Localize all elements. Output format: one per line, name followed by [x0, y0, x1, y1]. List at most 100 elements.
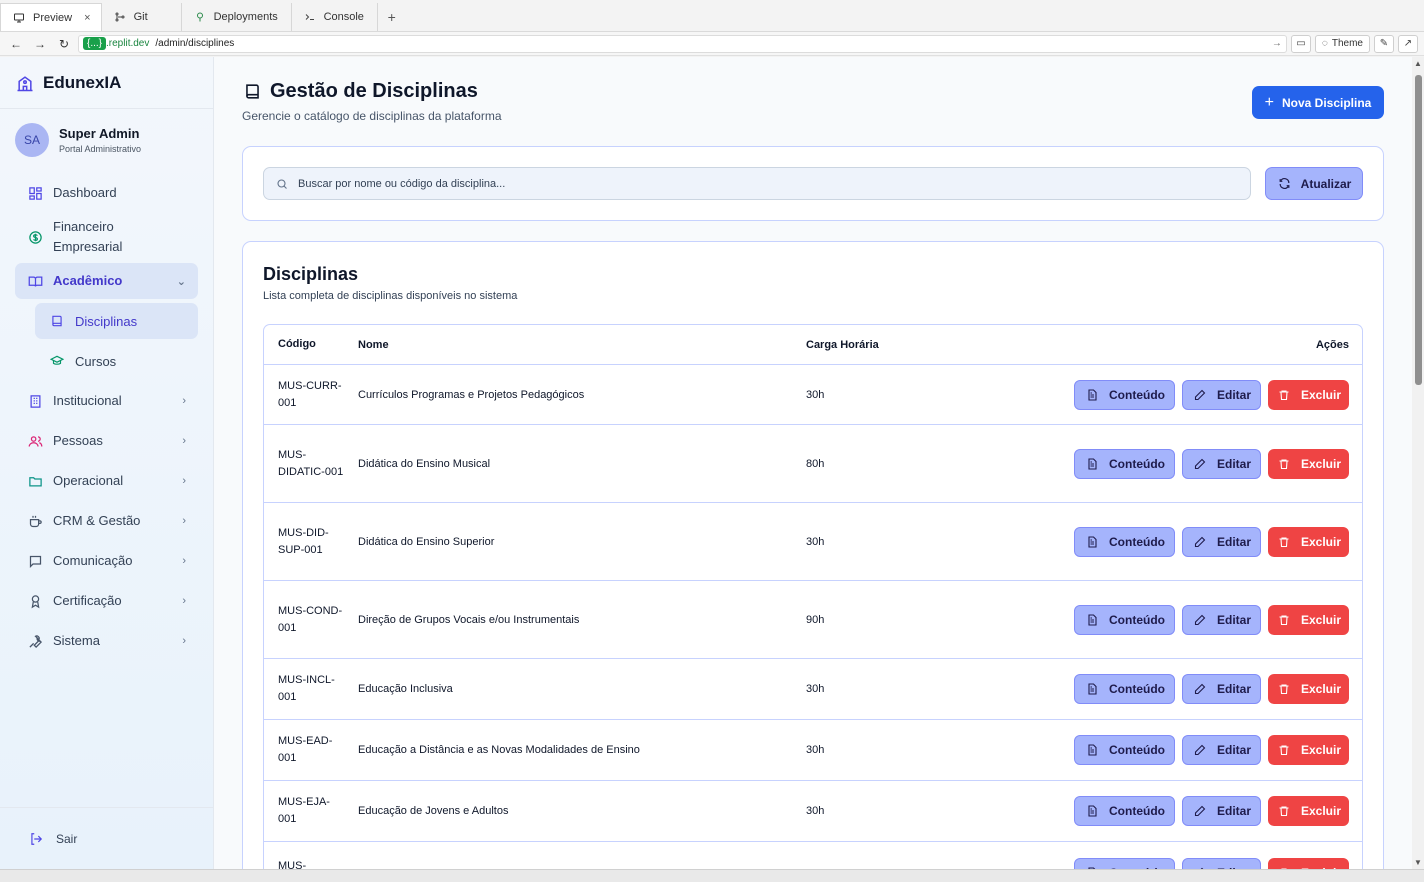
sidebar-item-label: Disciplinas — [75, 313, 138, 329]
trash-icon — [1276, 534, 1292, 550]
edit-button-label: Editar — [1216, 804, 1251, 818]
pencil-icon — [1192, 456, 1208, 472]
edit-button[interactable]: Editar — [1182, 858, 1261, 869]
url-host-suffix: .replit.dev — [106, 38, 150, 49]
tab-git[interactable]: Git — [102, 3, 182, 31]
back-icon[interactable]: ← — [6, 37, 26, 51]
delete-button[interactable]: Excluir — [1268, 604, 1349, 635]
delete-button[interactable]: Excluir — [1268, 858, 1349, 869]
content-button[interactable]: Conteúdo — [1074, 448, 1175, 479]
edit-button[interactable]: Editar — [1182, 379, 1261, 410]
trash-icon — [1276, 456, 1292, 472]
edit-button[interactable]: Editar — [1182, 796, 1261, 826]
tab-git-label: Git — [133, 11, 148, 23]
edit-button-label: Editar — [1216, 387, 1251, 402]
page-scrollbar[interactable]: ▲ ▼ — [1412, 57, 1424, 869]
devtools-icon[interactable]: ✎ — [1374, 34, 1394, 53]
sidebar-item-label: Operacional — [53, 473, 124, 488]
scroll-thumb[interactable] — [1415, 75, 1422, 385]
delete-button[interactable]: Excluir — [1268, 796, 1349, 826]
content-button[interactable]: Conteúdo — [1074, 526, 1175, 557]
close-icon[interactable]: × — [84, 12, 90, 24]
sidebar-item-dashboard[interactable]: Dashboard — [15, 175, 198, 211]
delete-button[interactable]: Excluir — [1268, 674, 1349, 704]
file-text-icon — [1084, 742, 1100, 758]
new-discipline-button[interactable]: + Nova Disciplina — [1252, 86, 1384, 119]
list-subtitle: Lista completa de disciplinas disponívei… — [263, 290, 518, 302]
sidebar-item-crm[interactable]: CRM & Gestão › — [15, 503, 198, 539]
trash-icon — [1276, 612, 1292, 628]
tab-deployments[interactable]: Deployments — [182, 3, 292, 31]
trash-icon — [1276, 681, 1292, 697]
delete-button[interactable]: Excluir — [1268, 379, 1349, 410]
url-field[interactable]: {...} .replit.dev /admin/disciplines → — [78, 34, 1287, 53]
wrench-icon — [27, 633, 43, 649]
cell-actions: Conteúdo Editar Excluir — [992, 735, 1362, 765]
file-text-icon — [1084, 681, 1100, 697]
sidebar-item-sistema[interactable]: Sistema › — [15, 623, 198, 659]
refresh-label: Atualizar — [1300, 176, 1352, 191]
content-button[interactable]: Conteúdo — [1074, 604, 1175, 635]
sidebar-item-operacional[interactable]: Operacional › — [15, 463, 198, 499]
refresh-button[interactable]: Atualizar — [1265, 167, 1363, 200]
sidebar-item-label: Comunicação — [53, 553, 133, 568]
theme-button[interactable]: ◌ Theme — [1314, 34, 1370, 53]
content-button-label: Conteúdo — [1109, 804, 1165, 818]
content-button[interactable]: Conteúdo — [1074, 379, 1175, 410]
sidebar-item-academico[interactable]: Acadêmico ⌄ — [15, 263, 198, 299]
forward-icon[interactable]: → — [30, 37, 50, 51]
scroll-up-icon[interactable]: ▲ — [1414, 59, 1422, 68]
edit-button[interactable]: Editar — [1182, 526, 1261, 557]
sidebar-item-pessoas[interactable]: Pessoas › — [15, 423, 198, 459]
chevron-down-icon: ⌄ — [176, 275, 186, 288]
delete-button-label: Excluir — [1300, 804, 1342, 818]
cell-name: Currículos Programas e Projetos Pedagógi… — [358, 388, 585, 401]
reload-icon[interactable]: ↻ — [54, 37, 74, 51]
column-header-hours: Carga Horária — [806, 338, 879, 351]
brand[interactable]: EdunexIA — [0, 57, 213, 109]
content-button[interactable]: Conteúdo — [1074, 796, 1175, 826]
delete-button[interactable]: Excluir — [1268, 526, 1349, 557]
edit-button[interactable]: Editar — [1182, 604, 1261, 635]
content-button[interactable]: Conteúdo — [1074, 674, 1175, 704]
devices-icon[interactable]: ▭ — [1290, 34, 1311, 53]
refresh-icon — [1277, 176, 1293, 192]
cell-name: Educação Inclusiva — [358, 683, 453, 695]
edit-button[interactable]: Editar — [1182, 674, 1261, 704]
edit-button[interactable]: Editar — [1182, 448, 1261, 479]
sidebar-item-certificacao[interactable]: Certificação › — [15, 583, 198, 619]
scroll-down-icon[interactable]: ▼ — [1414, 858, 1422, 867]
folder-icon — [27, 473, 43, 489]
cell-actions: Conteúdo Editar Excluir — [992, 379, 1362, 410]
table-row: MUS-DIDATIC-001 Didática do Ensino Musica… — [264, 425, 1362, 503]
sidebar-item-disciplinas[interactable]: Disciplinas — [35, 303, 198, 339]
main-content: Gestão de Disciplinas Gerencie o catálog… — [215, 57, 1412, 869]
content-button[interactable]: Conteúdo — [1074, 735, 1175, 765]
delete-button[interactable]: Excluir — [1268, 448, 1349, 479]
chevron-right-icon: › — [182, 395, 186, 407]
users-icon — [27, 433, 43, 449]
logout-button[interactable]: Sair — [0, 807, 214, 869]
edit-button[interactable]: Editar — [1182, 735, 1261, 765]
pencil-icon — [1192, 742, 1208, 758]
table-row: MUS-EJA-001 Educação de Jovens e Adultos 3… — [264, 781, 1362, 842]
tab-console[interactable]: Console — [292, 3, 378, 31]
delete-button[interactable]: Excluir — [1268, 735, 1349, 765]
sidebar-item-financeiro[interactable]: Financeiro Empresarial — [15, 215, 198, 259]
content-button[interactable]: Conteúdo — [1074, 858, 1175, 869]
open-external-icon[interactable]: ↗ — [1398, 34, 1418, 53]
sidebar-item-label: Dashboard — [53, 185, 117, 200]
url-go-icon[interactable]: → — [1272, 38, 1282, 49]
sidebar-item-institucional[interactable]: Institucional › — [15, 383, 198, 419]
new-tab-button[interactable]: + — [378, 3, 406, 31]
sidebar-item-cursos[interactable]: Cursos — [35, 343, 198, 379]
plus-icon: + — [1264, 93, 1274, 111]
content-button-label: Conteúdo — [1109, 612, 1165, 627]
tab-preview[interactable]: Preview × — [0, 3, 102, 31]
logout-icon — [28, 831, 44, 847]
search-input[interactable]: Buscar por nome ou código da disciplina.… — [263, 167, 1251, 200]
sidebar-nav: Dashboard Financeiro Empresarial Acadêmi… — [0, 175, 213, 659]
cell-hours: 30h — [806, 388, 825, 401]
tab-console-label: Console — [323, 11, 364, 23]
sidebar-item-comunicacao[interactable]: Comunicação › — [15, 543, 198, 579]
